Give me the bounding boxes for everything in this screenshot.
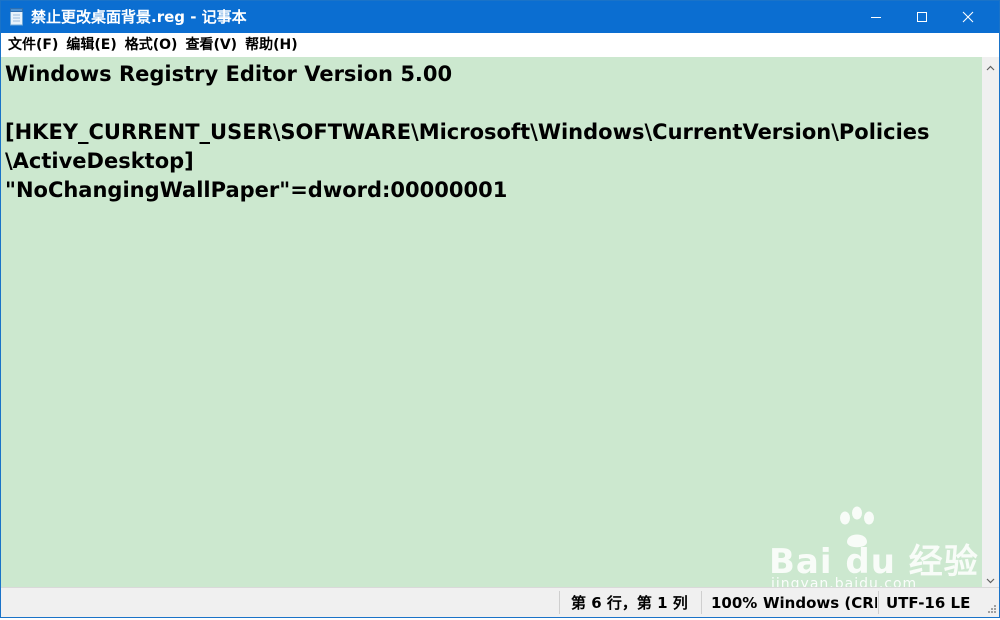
zoom-level: 100% [711,594,758,612]
status-bar: 第 6 行，第 1 列 100% Windows (CRLF) UTF-16 L… [1,587,999,617]
line-ending: Windows (CRLF) [763,594,877,612]
vertical-scrollbar[interactable] [982,57,999,587]
menu-bar: 文件(F) 编辑(E) 格式(O) 查看(V) 帮助(H) [1,33,999,57]
minimize-button[interactable] [853,1,899,33]
maximize-button[interactable] [899,1,945,33]
chevron-up-icon [986,56,995,75]
paw-logo-icon [833,506,881,552]
chevron-down-icon [986,569,995,588]
text-editor[interactable]: Windows Registry Editor Version 5.00 [HK… [1,57,982,587]
menu-edit[interactable]: 编辑(E) [63,34,121,56]
notepad-icon [9,8,25,26]
status-divider [559,591,560,614]
text-encoding: UTF-16 LE [886,594,971,612]
status-divider [878,591,879,614]
minimize-icon [870,8,882,27]
window-title: 禁止更改桌面背景.reg - 记事本 [31,8,247,26]
maximize-icon [916,8,928,27]
watermark-url: jingyan.baidu.com [771,576,918,587]
menu-file[interactable]: 文件(F) [5,34,63,56]
menu-view[interactable]: 查看(V) [182,34,242,56]
editor-line: Windows Registry Editor Version 5.00 [5,62,453,86]
cursor-position: 第 6 行，第 1 列 [571,594,688,612]
notepad-window: 禁止更改桌面背景.reg - 记事本 文件(F) 编辑(E) 格式(O) 查看(… [0,0,1000,618]
watermark-brand: Bai du 经验 [769,542,979,582]
close-button[interactable] [945,1,991,33]
close-icon [962,8,974,27]
scroll-up-button[interactable] [982,57,999,74]
menu-help[interactable]: 帮助(H) [242,34,303,56]
menu-format[interactable]: 格式(O) [122,34,183,56]
title-bar[interactable]: 禁止更改桌面背景.reg - 记事本 [1,1,999,33]
editor-line: \ActiveDesktop] [5,149,194,173]
status-divider [701,591,702,614]
scroll-down-button[interactable] [982,570,999,587]
editor-line: "NoChangingWallPaper"=dword:00000001 [5,178,508,202]
baidu-watermark: Bai du 经验 jingyan.baidu.com [761,506,978,587]
editor-line: [HKEY_CURRENT_USER\SOFTWARE\Microsoft\Wi… [5,120,930,144]
resize-grip-icon[interactable] [983,601,997,615]
